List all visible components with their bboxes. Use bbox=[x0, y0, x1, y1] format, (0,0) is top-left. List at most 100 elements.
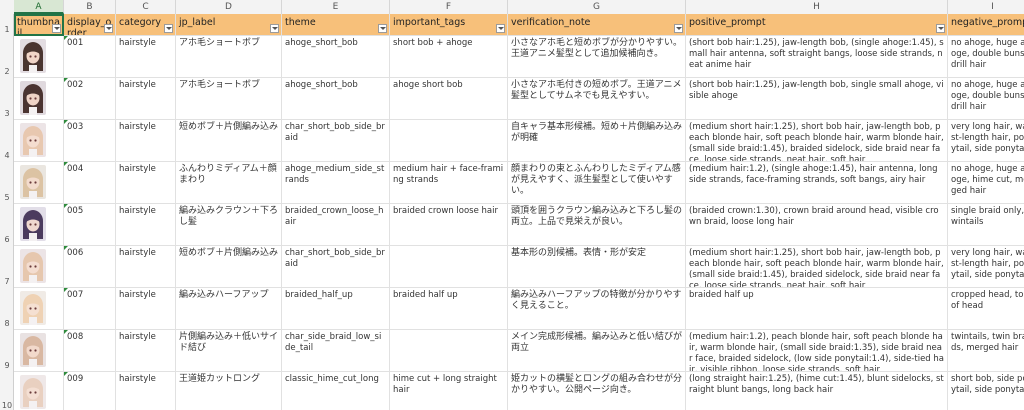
cell-note[interactable]: 自キャラ基本形候補。短め＋片側編み込みが明確 bbox=[508, 120, 686, 162]
cell-theme[interactable]: char_short_bob_side_braid bbox=[282, 246, 390, 288]
cell-positive[interactable]: (short bob hair:1.25), jaw-length bob, (… bbox=[686, 36, 948, 78]
cell-order[interactable]: 002 bbox=[64, 78, 116, 120]
cell-positive[interactable]: (medium short hair:1.25), short bob hair… bbox=[686, 246, 948, 288]
header-cell-important-tags[interactable]: important_tags bbox=[390, 14, 508, 36]
row-header-2[interactable]: 2 bbox=[0, 67, 14, 76]
cell-jp-label[interactable]: 短めボブ＋片側編み込み bbox=[176, 246, 282, 288]
cell-category[interactable]: hairstyle bbox=[116, 162, 176, 204]
header-cell-theme[interactable]: theme bbox=[282, 14, 390, 36]
cell-negative[interactable]: no ahoge, huge ahoge, double buns, drill… bbox=[948, 78, 1024, 120]
cell-tags[interactable] bbox=[390, 330, 508, 372]
cell-jp-label[interactable]: 編み込みクラウン＋下ろし髪 bbox=[176, 204, 282, 246]
cell-negative[interactable]: single braid only, twintails bbox=[948, 204, 1024, 246]
filter-dropdown-icon[interactable] bbox=[270, 24, 279, 33]
cell-negative[interactable]: twintails, twin braids, merged hair bbox=[948, 330, 1024, 372]
cell-jp-label[interactable]: アホ毛ショートボブ bbox=[176, 78, 282, 120]
character-thumbnail[interactable] bbox=[20, 123, 46, 157]
cell-category[interactable]: hairstyle bbox=[116, 330, 176, 372]
row-header-7[interactable]: 7 bbox=[0, 277, 14, 286]
cell-theme[interactable]: braided_half_up bbox=[282, 288, 390, 330]
cell-negative[interactable]: very long hair, waist-length hair, ponyt… bbox=[948, 246, 1024, 288]
cell-jp-label[interactable]: 編み込みハーフアップ bbox=[176, 288, 282, 330]
header-cell-positive-prompt[interactable]: positive_prompt bbox=[686, 14, 948, 36]
column-header-c[interactable]: C bbox=[116, 0, 176, 14]
thumbnail-cell[interactable] bbox=[14, 330, 64, 372]
column-header-a[interactable]: A bbox=[14, 0, 64, 14]
cell-positive[interactable]: (braided crown:1.30), crown braid around… bbox=[686, 204, 948, 246]
cell-tags[interactable] bbox=[390, 120, 508, 162]
header-cell-display-order[interactable]: display_order bbox=[64, 14, 116, 36]
filter-dropdown-icon[interactable] bbox=[104, 24, 113, 33]
cell-order[interactable]: 001 bbox=[64, 36, 116, 78]
cell-positive[interactable]: (long straight hair:1.25), (hime cut:1.4… bbox=[686, 372, 948, 410]
row-header-3[interactable]: 3 bbox=[0, 109, 14, 118]
cell-theme[interactable]: char_short_bob_side_braid bbox=[282, 120, 390, 162]
character-thumbnail[interactable] bbox=[20, 207, 46, 241]
thumbnail-cell[interactable] bbox=[14, 372, 64, 410]
cell-order[interactable]: 006 bbox=[64, 246, 116, 288]
cell-positive[interactable]: (medium short hair:1.25), short bob hair… bbox=[686, 120, 948, 162]
cell-note[interactable]: 基本形の別候補。表情・形が安定 bbox=[508, 246, 686, 288]
thumbnail-cell[interactable] bbox=[14, 246, 64, 288]
column-header-h[interactable]: H bbox=[686, 0, 948, 14]
cell-note[interactable]: 小さなアホ毛と短めボブが分かりやすい。王道アニメ髪型として追加候補向き。 bbox=[508, 36, 686, 78]
header-cell-category[interactable]: category bbox=[116, 14, 176, 36]
character-thumbnail[interactable] bbox=[20, 165, 46, 199]
header-cell-verification-note[interactable]: verification_note bbox=[508, 14, 686, 36]
cell-jp-label[interactable]: 短めボブ＋片側編み込み bbox=[176, 120, 282, 162]
cell-category[interactable]: hairstyle bbox=[116, 204, 176, 246]
cell-tags[interactable]: hime cut + long straight hair bbox=[390, 372, 508, 410]
header-cell-thumbnail[interactable]: thumbnail bbox=[14, 14, 64, 36]
cell-theme[interactable]: classic_hime_cut_long bbox=[282, 372, 390, 410]
character-thumbnail[interactable] bbox=[20, 249, 46, 283]
filter-dropdown-icon[interactable] bbox=[52, 24, 61, 33]
cell-jp-label[interactable]: 片側編み込み＋低いサイド結び bbox=[176, 330, 282, 372]
cell-theme[interactable]: ahoge_medium_side_strands bbox=[282, 162, 390, 204]
cell-note[interactable]: 顔まわりの束とふんわりしたミディアム感が見えやすく、派生髪型として使いやすい。 bbox=[508, 162, 686, 204]
cell-positive[interactable]: braided half up bbox=[686, 288, 948, 330]
cell-category[interactable]: hairstyle bbox=[116, 246, 176, 288]
filter-dropdown-icon[interactable] bbox=[164, 24, 173, 33]
cell-theme[interactable]: ahoge_short_bob bbox=[282, 36, 390, 78]
cell-tags[interactable]: ahoge short bob bbox=[390, 78, 508, 120]
column-header-e[interactable]: E bbox=[282, 0, 390, 14]
thumbnail-cell[interactable] bbox=[14, 78, 64, 120]
filter-dropdown-icon[interactable] bbox=[378, 24, 387, 33]
cell-positive[interactable]: (medium hair:1.2), peach blonde hair, so… bbox=[686, 330, 948, 372]
header-cell-negative-prompt[interactable]: negative_prompt bbox=[948, 14, 1024, 36]
cell-theme[interactable]: braided_crown_loose_hair bbox=[282, 204, 390, 246]
cell-category[interactable]: hairstyle bbox=[116, 120, 176, 162]
cell-negative[interactable]: short bob, side ponytail, side ponytail bbox=[948, 372, 1024, 410]
filter-dropdown-icon[interactable] bbox=[496, 24, 505, 33]
cell-negative[interactable]: cropped head, top of head bbox=[948, 288, 1024, 330]
cell-order[interactable]: 009 bbox=[64, 372, 116, 410]
cell-tags[interactable]: braided half up bbox=[390, 288, 508, 330]
cell-category[interactable]: hairstyle bbox=[116, 36, 176, 78]
cell-tags[interactable]: short bob + ahoge bbox=[390, 36, 508, 78]
cell-order[interactable]: 007 bbox=[64, 288, 116, 330]
cell-tags[interactable]: medium hair + face-framing strands bbox=[390, 162, 508, 204]
thumbnail-cell[interactable] bbox=[14, 36, 64, 78]
cell-negative[interactable]: no ahoge, huge ahoge, double buns, drill… bbox=[948, 36, 1024, 78]
column-header-d[interactable]: D bbox=[176, 0, 282, 14]
row-header-8[interactable]: 8 bbox=[0, 319, 14, 328]
character-thumbnail[interactable] bbox=[20, 333, 46, 367]
filter-dropdown-icon[interactable] bbox=[674, 24, 683, 33]
cell-order[interactable]: 005 bbox=[64, 204, 116, 246]
cell-jp-label[interactable]: アホ毛ショートボブ bbox=[176, 36, 282, 78]
cell-negative[interactable]: no ahoge, huge ahoge, hime cut, merged h… bbox=[948, 162, 1024, 204]
cell-note[interactable]: 編み込みハーフアップの特徴が分かりやすく見えること。 bbox=[508, 288, 686, 330]
character-thumbnail[interactable] bbox=[20, 39, 46, 73]
row-header-4[interactable]: 4 bbox=[0, 151, 14, 160]
row-header-6[interactable]: 6 bbox=[0, 235, 14, 244]
cell-note[interactable]: メイン完成形候補。編み込みと低い結びが両立 bbox=[508, 330, 686, 372]
character-thumbnail[interactable] bbox=[20, 375, 46, 409]
cell-positive[interactable]: (short bob hair:1.25), jaw-length bob, s… bbox=[686, 78, 948, 120]
cell-category[interactable]: hairstyle bbox=[116, 288, 176, 330]
header-cell-jp-label[interactable]: jp_label bbox=[176, 14, 282, 36]
cell-jp-label[interactable]: 王道姫カットロング bbox=[176, 372, 282, 410]
cell-theme[interactable]: ahoge_short_bob bbox=[282, 78, 390, 120]
cell-note[interactable]: 小さなアホ毛付きの短めボブ。王道アニメ髪型としてサムネでも見えやすい。 bbox=[508, 78, 686, 120]
thumbnail-cell[interactable] bbox=[14, 204, 64, 246]
cell-note[interactable]: 姫カットの横髪とロングの組み合わせが分かりやすい。公開ページ向き。 bbox=[508, 372, 686, 410]
